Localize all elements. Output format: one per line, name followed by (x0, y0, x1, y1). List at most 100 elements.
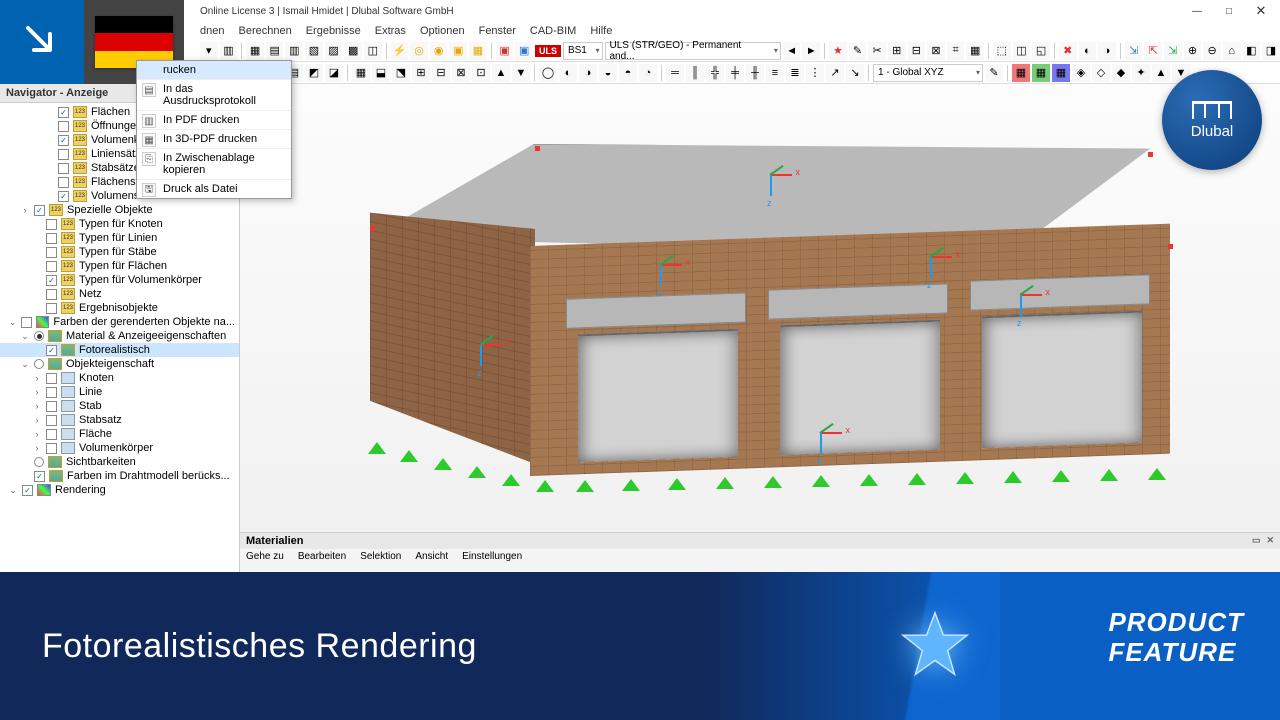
toolbar-icon[interactable]: ◈ (1072, 64, 1090, 82)
toolbar-icon[interactable]: ◎ (410, 42, 428, 60)
checkbox[interactable] (58, 191, 69, 202)
toolbar-icon[interactable]: ◯ (539, 64, 557, 82)
toolbar-icon[interactable]: ◪ (325, 64, 343, 82)
toolbar-icon[interactable]: ◐ (559, 64, 577, 82)
lightning-icon[interactable]: ⚡ (391, 42, 409, 60)
menu-item[interactable]: Berechnen (238, 25, 291, 37)
menu-item[interactable]: CAD-BIM (530, 25, 576, 37)
toolbar-icon[interactable]: ⬚ (993, 42, 1011, 60)
materials-menu-item[interactable]: Gehe zu (246, 551, 284, 562)
toolbar-icon[interactable]: ⊞ (888, 42, 906, 60)
toolbar-icon[interactable]: ◱ (1032, 42, 1050, 60)
checkbox[interactable] (34, 471, 45, 482)
radio[interactable] (34, 457, 44, 467)
toolbar-icon[interactable]: ⊟ (908, 42, 926, 60)
panel-close-icon[interactable]: ✕ (1266, 535, 1274, 547)
toolbar-icon[interactable]: ╫ (746, 64, 764, 82)
menu-item[interactable]: Extras (375, 25, 406, 37)
toolbar-icon[interactable]: ⌂ (1223, 42, 1241, 60)
checkbox[interactable] (46, 303, 57, 314)
toolbar-icon[interactable]: ▣ (449, 42, 467, 60)
context-menu-header[interactable]: rucken (137, 61, 291, 79)
toolbar-icon[interactable]: ▩ (344, 42, 362, 60)
tree-item[interactable]: Typen für Knoten (0, 217, 239, 231)
tree-item[interactable]: Ergebnisobjekte (0, 301, 239, 315)
toolbar-icon[interactable]: ✎ (849, 42, 867, 60)
toolbar-icon[interactable]: ⋮ (806, 64, 824, 82)
coordinate-system-combo[interactable]: 1 - Global XYZ (873, 64, 983, 82)
toolbar-icon[interactable]: ✎ (985, 64, 1003, 82)
toolbar-icon[interactable]: ⊠ (452, 64, 470, 82)
toolbar-icon[interactable]: ⬔ (392, 64, 410, 82)
toolbar-icon[interactable]: ▦ (966, 42, 984, 60)
context-menu-item[interactable]: 🖫Druck als Datei (137, 179, 291, 198)
materials-menu-item[interactable]: Einstellungen (462, 551, 522, 562)
window-maximize[interactable]: □ (1214, 1, 1244, 21)
toolbar-icon[interactable]: ◨ (1262, 42, 1280, 60)
menu-item[interactable]: Fenster (479, 25, 516, 37)
checkbox[interactable] (22, 485, 33, 496)
toolbar-icon[interactable]: ═ (666, 64, 684, 82)
toolbar-icon[interactable]: ▲ (1152, 64, 1170, 82)
tree-item[interactable]: ›Linie (0, 385, 239, 399)
3d-viewport[interactable] (240, 84, 1280, 532)
toolbar-icon[interactable]: ⬓ (372, 64, 390, 82)
toolbar-icon[interactable]: ▼ (512, 64, 530, 82)
tree-item[interactable]: Typen für Flächen (0, 259, 239, 273)
toolbar-icon[interactable]: ◐ (1079, 42, 1097, 60)
toolbar-icon[interactable]: ◑ (579, 64, 597, 82)
checkbox[interactable] (58, 149, 69, 160)
toolbar-icon[interactable]: ⊡ (472, 64, 490, 82)
checkbox[interactable] (46, 443, 57, 454)
checkbox[interactable] (58, 163, 69, 174)
toolbar-icon[interactable]: ▥ (285, 42, 303, 60)
toolbar-icon[interactable]: ◆ (1112, 64, 1130, 82)
toolbar-icon[interactable]: ▦ (1012, 64, 1030, 82)
context-menu-item[interactable]: ⎘In Zwischenablage kopieren (137, 148, 291, 179)
toolbar-icon[interactable]: ≣ (786, 64, 804, 82)
context-menu-item[interactable]: ▦In 3D-PDF drucken (137, 129, 291, 148)
toolbar-icon[interactable]: ✦ (1132, 64, 1150, 82)
tree-item[interactable]: ›Fläche (0, 427, 239, 441)
checkbox[interactable] (46, 289, 57, 300)
checkbox[interactable] (58, 135, 69, 146)
toolbar-icon[interactable]: ✂ (868, 42, 886, 60)
checkbox[interactable] (46, 275, 57, 286)
tree-item[interactable]: ›Stab (0, 399, 239, 413)
toolbar-icon[interactable]: ▣ (515, 42, 533, 60)
toolbar-icon[interactable]: ▤ (266, 42, 284, 60)
next-icon[interactable]: ► (802, 42, 820, 60)
toolbar-icon[interactable]: ◔ (639, 64, 657, 82)
radio[interactable] (34, 359, 44, 369)
tree-item[interactable]: ⌄Material & Anzeigeeigenschaften (0, 329, 239, 343)
checkbox[interactable] (34, 205, 45, 216)
toolbar-icon[interactable]: ⌗ (947, 42, 965, 60)
tree-item[interactable]: Typen für Linien (0, 231, 239, 245)
loadcase-combo[interactable]: BS1 (563, 42, 603, 60)
tree-item[interactable]: Fotorealistisch (0, 343, 239, 357)
tree-item[interactable]: Farben im Drahtmodell berücks... (0, 469, 239, 483)
toolbar-icon[interactable]: ⊞ (412, 64, 430, 82)
tree-item[interactable]: Sichtbarkeiten (0, 455, 239, 469)
checkbox[interactable] (46, 401, 57, 412)
toolbar-icon[interactable]: ◇ (1092, 64, 1110, 82)
tree-item[interactable]: ⌄Rendering (0, 483, 239, 497)
toolbar-icon[interactable]: ▲ (492, 64, 510, 82)
checkbox[interactable] (46, 429, 57, 440)
toolbar-icon[interactable]: ◩ (305, 64, 323, 82)
context-menu-item[interactable]: ▥In PDF drucken (137, 110, 291, 129)
toolbar-icon[interactable]: ▦ (246, 42, 264, 60)
tree-item[interactable]: ›Stabsatz (0, 413, 239, 427)
toolbar-icon[interactable]: ╪ (726, 64, 744, 82)
toolbar-icon[interactable]: ▾ (200, 42, 218, 60)
tree-item[interactable]: Netz (0, 287, 239, 301)
toolbar-icon[interactable]: ╬ (706, 64, 724, 82)
radio[interactable] (34, 331, 44, 341)
window-close[interactable]: ✕ (1246, 1, 1276, 21)
tree-item[interactable]: ›Knoten (0, 371, 239, 385)
toolbar-icon[interactable]: ▥ (220, 42, 238, 60)
checkbox[interactable] (46, 373, 57, 384)
axis-icon[interactable]: ⇲ (1125, 42, 1143, 60)
toolbar-icon[interactable]: ⊖ (1203, 42, 1221, 60)
checkbox[interactable] (46, 247, 57, 258)
